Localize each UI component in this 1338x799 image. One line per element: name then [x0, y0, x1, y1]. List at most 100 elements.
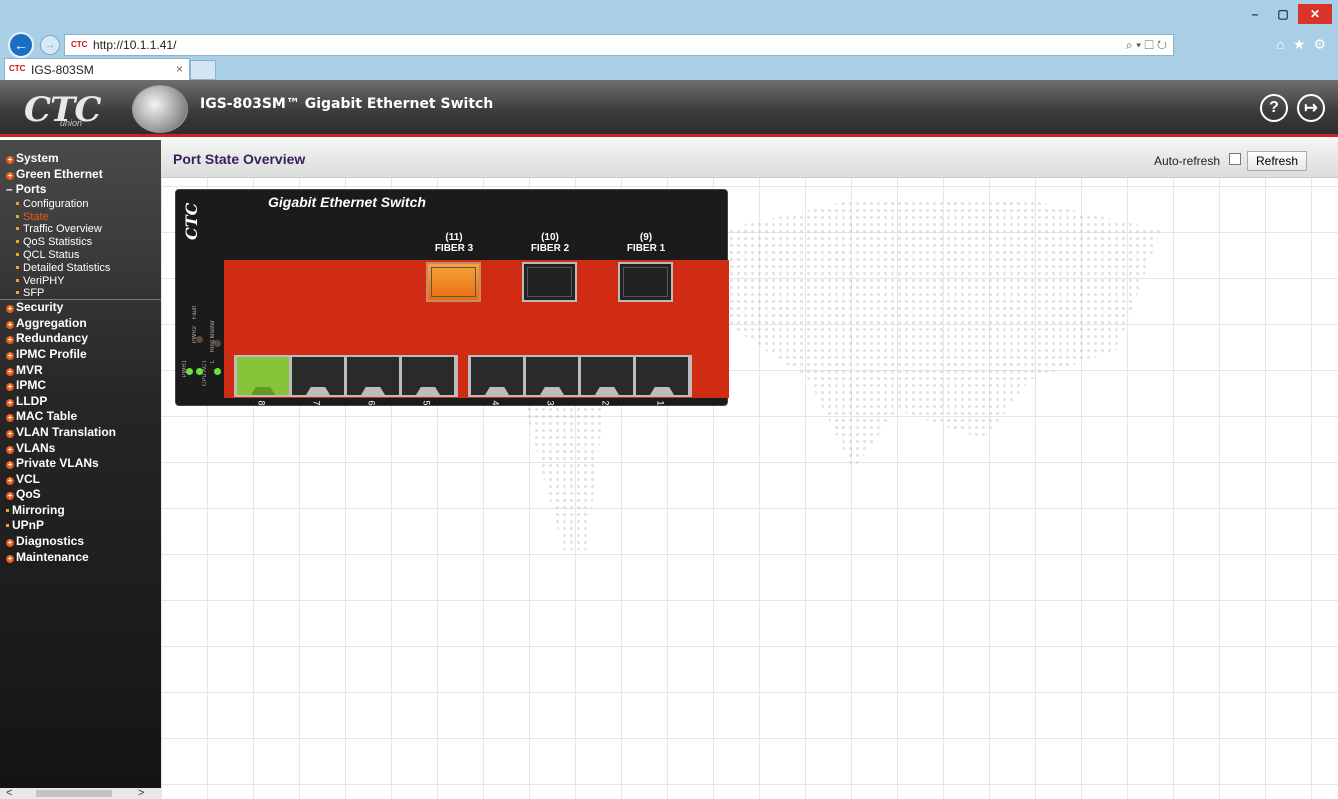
refresh-button[interactable]: Refresh	[1247, 151, 1307, 171]
auto-refresh-checkbox[interactable]	[1229, 153, 1241, 165]
expand-icon: +	[6, 304, 14, 314]
fiber-port-label: (11) FIBER 3	[419, 232, 489, 254]
sidebar-item-detailed-statistics[interactable]: Detailed Statistics	[0, 262, 161, 275]
sidebar-menu: + System + Green Ethernet – Ports Configuratio…	[0, 140, 161, 565]
rj45-port-3[interactable]	[526, 357, 578, 395]
fiber-port-number: (11)	[445, 232, 463, 243]
help-button[interactable]: ?	[1260, 94, 1288, 122]
expand-icon: +	[6, 319, 14, 329]
favorites-icon[interactable]: ★	[1293, 36, 1306, 53]
sidebar-item-traffic-overview[interactable]: Traffic Overview	[0, 223, 161, 236]
globe-icon	[132, 85, 188, 133]
address-bar[interactable]: CTC http://10.1.1.41/ ⌕ ▾ ☐ ↻	[64, 34, 1174, 56]
sidebar-item-ports[interactable]: – Ports	[0, 182, 161, 198]
tab-title: IGS-803SM	[31, 63, 94, 77]
switch-front-panel: CTC Gigabit Ethernet Switch (11) FIBER 3(…	[175, 189, 729, 406]
auto-refresh-label: Auto-refresh	[1154, 154, 1221, 168]
sidebar-item-state[interactable]: State	[0, 211, 161, 224]
sidebar-item-mac-table[interactable]: + MAC Table	[0, 409, 161, 425]
url-text[interactable]: http://10.1.1.41/	[93, 38, 176, 52]
rj45-port-8[interactable]	[237, 357, 289, 395]
sidebar-item-label: MVR	[16, 362, 43, 377]
scroll-left-icon[interactable]: <	[6, 787, 12, 799]
sidebar-item-upnp[interactable]: UPnP	[0, 518, 161, 534]
fiber-port-slot	[623, 267, 668, 297]
rj45-port-number: 5	[421, 400, 432, 406]
tab-row: CTC IGS-803SM ×	[0, 58, 1338, 80]
expand-icon: +	[6, 155, 14, 164]
sidebar-item-label: Security	[16, 300, 64, 315]
sidebar-item-vcl[interactable]: + VCL	[0, 472, 161, 488]
fiber-port-9[interactable]	[618, 262, 673, 302]
bullet-icon	[16, 252, 19, 256]
rj45-port-number: 1	[655, 400, 666, 406]
rj45-port-number: 7	[311, 400, 322, 406]
address-tools[interactable]: ⌕ ▾ ☐ ↻	[1126, 38, 1167, 53]
status-leds: PWR1 PWR2 Fault CPU ACT Ring Master L	[182, 306, 222, 400]
sidebar-item-label: QCL Status	[23, 248, 80, 261]
collapse-icon: –	[6, 182, 13, 197]
sidebar-item-security[interactable]: + Security	[0, 300, 161, 316]
sidebar-horizontal-scrollbar[interactable]: < >	[0, 787, 161, 799]
home-icon[interactable]: ⌂	[1276, 36, 1284, 53]
rj45-port-4[interactable]	[471, 357, 523, 395]
sidebar-item-veriphy[interactable]: VeriPHY	[0, 275, 161, 288]
sidebar-item-maintenance[interactable]: + Maintenance	[0, 550, 161, 566]
bullet-icon	[16, 214, 19, 218]
new-tab-button[interactable]	[190, 60, 216, 80]
settings-gear-icon[interactable]: ⚙	[1313, 36, 1326, 53]
scroll-thumb[interactable]	[36, 790, 112, 797]
rj45-port-5[interactable]	[402, 357, 454, 395]
sidebar-item-system[interactable]: + System	[0, 151, 161, 167]
sidebar-item-redundancy[interactable]: + Redundancy	[0, 331, 161, 347]
expand-icon: +	[6, 553, 14, 563]
back-button[interactable]: ←	[8, 32, 34, 58]
sidebar-item-sfp[interactable]: SFP	[0, 287, 161, 301]
expand-icon: +	[6, 382, 14, 392]
forward-button[interactable]: →	[40, 35, 60, 55]
sidebar-item-qos-statistics[interactable]: QoS Statistics	[0, 236, 161, 249]
sidebar-item-ipmc-profile[interactable]: + IPMC Profile	[0, 347, 161, 363]
sidebar-item-mvr[interactable]: + MVR	[0, 363, 161, 379]
minimize-button[interactable]: –	[1242, 4, 1268, 24]
fiber-port-number: (10)	[541, 232, 559, 243]
browser-tab[interactable]: CTC IGS-803SM ×	[4, 58, 190, 80]
sidebar-item-configuration[interactable]: Configuration	[0, 198, 161, 211]
rj45-port-1[interactable]	[636, 357, 688, 395]
led-label: PWR1	[182, 360, 188, 378]
sidebar-item-aggregation[interactable]: + Aggregation	[0, 316, 161, 332]
rj45-port-2[interactable]	[581, 357, 633, 395]
rj45-port-number: 8	[256, 400, 267, 406]
sidebar-item-lldp[interactable]: + LLDP	[0, 394, 161, 410]
sidebar-item-private-vlans[interactable]: + Private VLANs	[0, 456, 161, 472]
fiber-port-10[interactable]	[522, 262, 577, 302]
sidebar-item-vlan-translation[interactable]: + VLAN Translation	[0, 425, 161, 441]
sidebar-item-mirroring[interactable]: Mirroring	[0, 503, 161, 519]
sidebar-item-label: Mirroring	[12, 502, 65, 517]
close-window-button[interactable]: ✕	[1298, 4, 1332, 24]
fiber-port-11[interactable]	[426, 262, 481, 302]
sidebar-item-ipmc[interactable]: + IPMC	[0, 378, 161, 394]
sidebar-item-label: SFP	[23, 287, 45, 300]
expand-icon: +	[6, 475, 14, 485]
expand-icon: +	[6, 350, 14, 360]
tab-close-icon[interactable]: ×	[176, 62, 183, 76]
rj45-port-7[interactable]	[292, 357, 344, 395]
sidebar-item-qos[interactable]: + QoS	[0, 487, 161, 503]
sidebar-item-label: Detailed Statistics	[23, 261, 111, 274]
maximize-button[interactable]: ▢	[1270, 4, 1296, 24]
tab-favicon-icon: CTC	[9, 64, 26, 73]
scroll-right-icon[interactable]: >	[138, 787, 144, 799]
sidebar-item-vlans[interactable]: + VLANs	[0, 441, 161, 457]
sidebar-item-diagnostics[interactable]: + Diagnostics	[0, 534, 161, 550]
rj45-port-6[interactable]	[347, 357, 399, 395]
sidebar-item-green-ethernet[interactable]: + Green Ethernet	[0, 167, 161, 183]
sidebar-item-label: LLDP	[16, 393, 48, 408]
fiber-port-name: FIBER 3	[434, 243, 474, 254]
sidebar-item-qcl-status[interactable]: QCL Status	[0, 249, 161, 262]
browser-titlebar: – ▢ ✕	[0, 0, 1338, 32]
sidebar-item-label: Redundancy	[16, 331, 89, 346]
logout-button[interactable]: ↦	[1297, 94, 1325, 122]
bullet-icon	[16, 201, 19, 205]
sidebar-item-label: VeriPHY	[23, 274, 65, 287]
